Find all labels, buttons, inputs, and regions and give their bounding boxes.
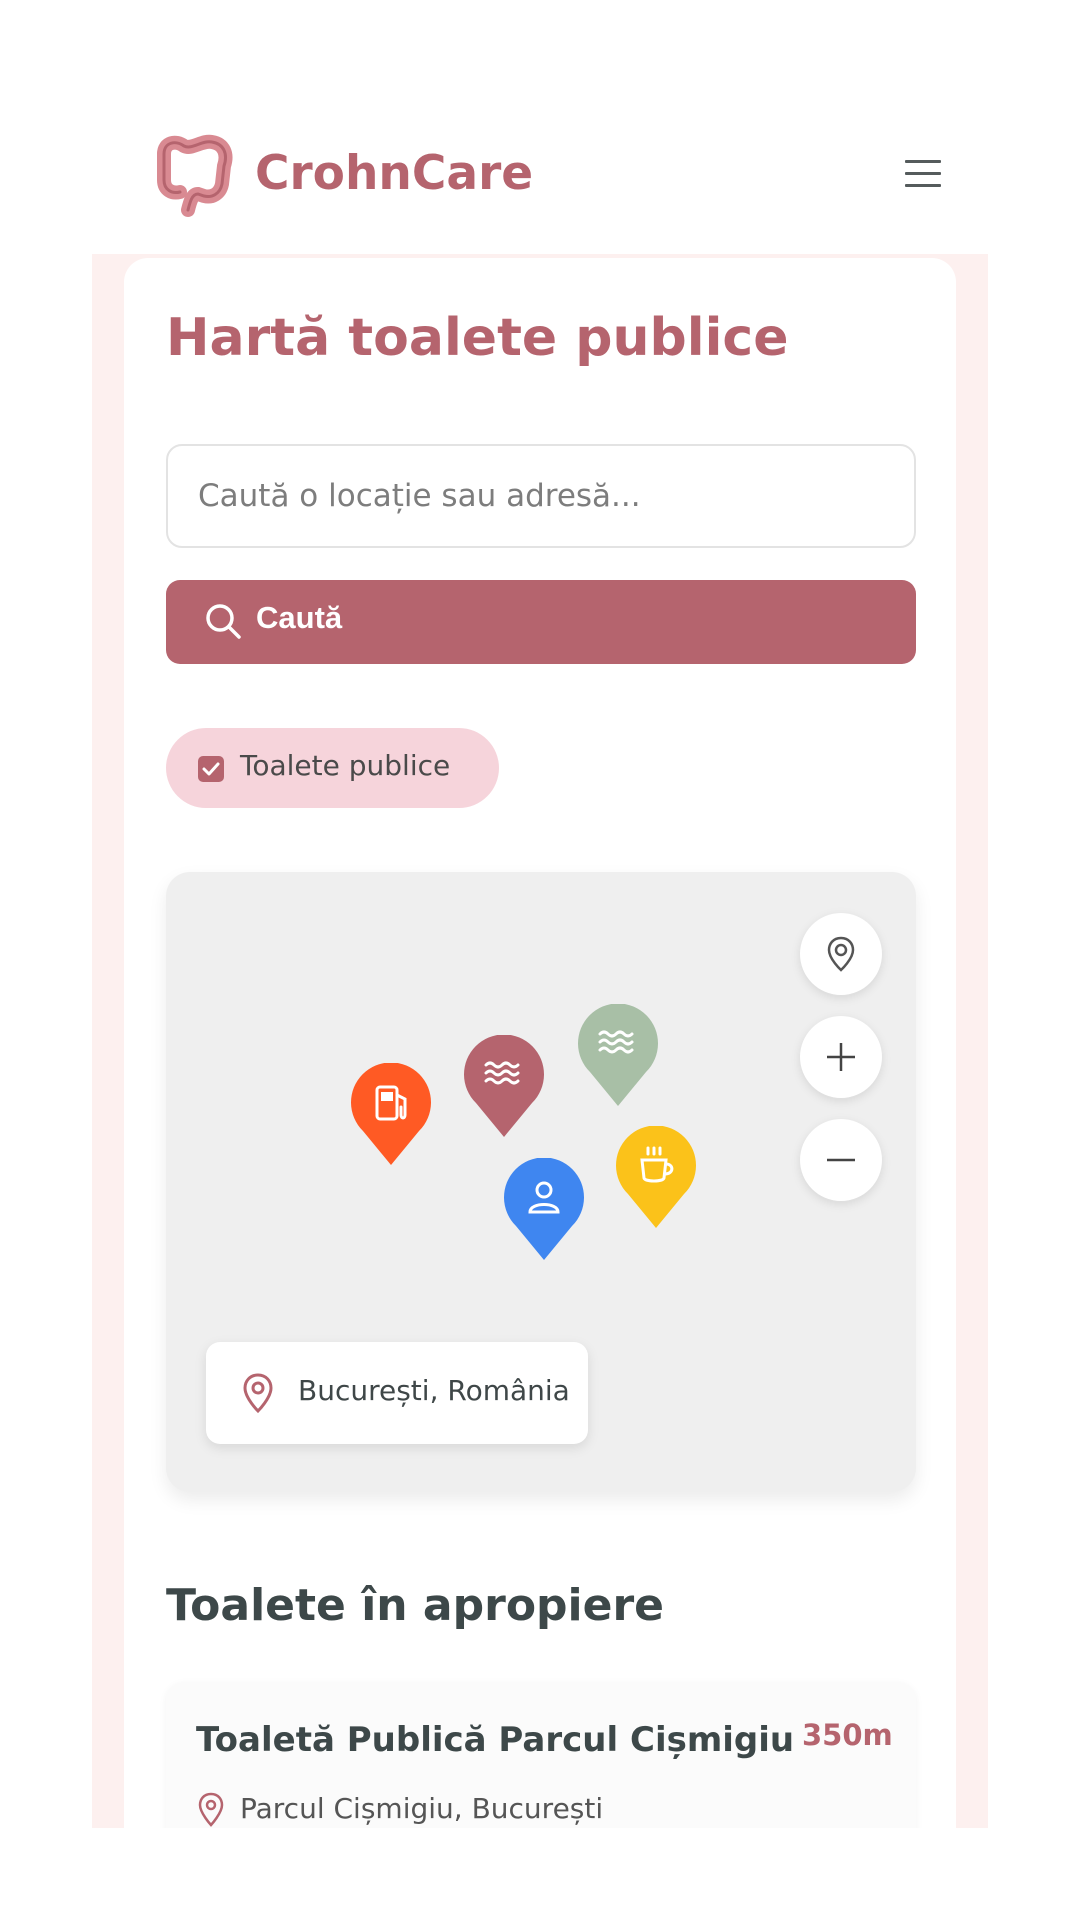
- location-text: București, România: [298, 1374, 570, 1407]
- filter-label: Toalete publice: [240, 749, 451, 782]
- check-icon: [202, 762, 220, 776]
- toilet-name: Toaletă Publică Parcul Cișmigiu: [196, 1720, 795, 1760]
- search-icon: [206, 604, 241, 639]
- search-button-label: Caută: [256, 600, 343, 635]
- zoom-in-button[interactable]: [800, 1016, 882, 1098]
- toilet-distance: 350m: [802, 1718, 893, 1752]
- hamburger-menu-icon[interactable]: [905, 160, 941, 190]
- my-location-icon: [827, 936, 855, 972]
- page-title: Hartă toalete publice: [166, 308, 789, 368]
- location-pin-icon: [243, 1373, 273, 1414]
- water-marker[interactable]: [462, 1035, 546, 1139]
- water-marker-2[interactable]: [576, 1004, 660, 1108]
- list-item[interactable]: Toaletă Publică Parcul Cișmigiu 350m Par…: [166, 1682, 916, 1828]
- intestine-icon: [157, 134, 233, 217]
- location-pin-icon: [198, 1792, 224, 1827]
- app-page: CrohnCare Hartă toalete publice Caută To…: [92, 90, 988, 1828]
- checkbox[interactable]: [198, 756, 224, 782]
- zoom-out-icon: [827, 1158, 855, 1162]
- search-button[interactable]: Caută: [166, 580, 916, 664]
- zoom-in-icon: [827, 1043, 855, 1071]
- my-location-button[interactable]: [800, 913, 882, 995]
- app-header: CrohnCare: [92, 90, 988, 254]
- map-view[interactable]: București, România: [166, 872, 916, 1492]
- fuel-pump-marker[interactable]: [349, 1063, 433, 1167]
- toilet-address: Parcul Cișmigiu, București: [240, 1792, 604, 1825]
- cafe-marker[interactable]: [614, 1126, 698, 1230]
- search-input[interactable]: [166, 444, 916, 548]
- filter-chip-public-toilets[interactable]: Toalete publice: [166, 728, 499, 808]
- nearby-section-title: Toalete în apropiere: [166, 1580, 665, 1631]
- app-name: CrohnCare: [255, 146, 534, 201]
- current-location-label: București, România: [206, 1342, 588, 1444]
- person-marker[interactable]: [502, 1158, 586, 1262]
- zoom-out-button[interactable]: [800, 1119, 882, 1201]
